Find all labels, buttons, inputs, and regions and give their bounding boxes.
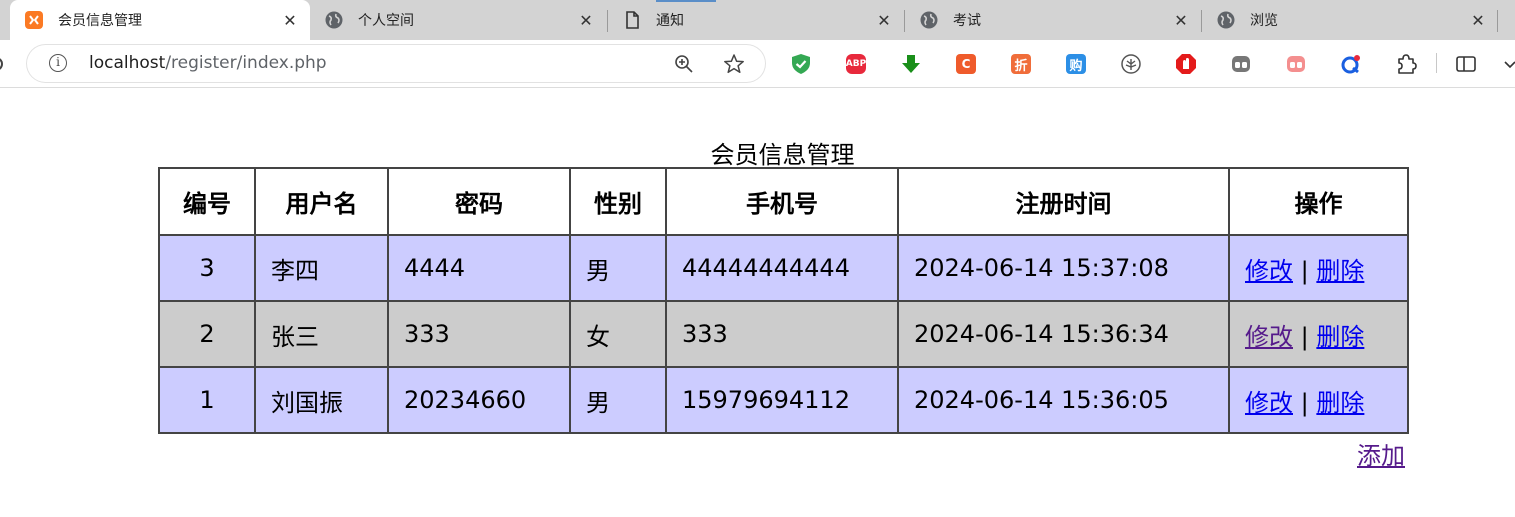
edit-link[interactable]: 修改 xyxy=(1245,257,1293,285)
tab-title: 浏览 xyxy=(1250,13,1278,29)
shield-check-extension-icon[interactable] xyxy=(788,51,814,77)
header-username: 用户名 xyxy=(254,167,389,236)
url-text[interactable]: localhost/register/index.php xyxy=(89,53,327,73)
tab-title: 通知 xyxy=(656,13,684,29)
delete-link[interactable]: 删除 xyxy=(1316,323,1364,351)
add-link[interactable]: 添加 xyxy=(1357,436,1405,471)
cell-password: 333 xyxy=(387,300,571,368)
url-path: /register/index.php xyxy=(165,53,327,73)
edit-link[interactable]: 修改 xyxy=(1245,323,1293,351)
extensions-puzzle-icon[interactable] xyxy=(1393,51,1419,77)
tab-member-management[interactable]: 会员信息管理 ✕ xyxy=(10,0,310,40)
header-phone: 手机号 xyxy=(665,167,899,236)
tab-divider xyxy=(1497,10,1498,32)
table-row: 2 张三 333 女 333 2024-06-14 15:36:34 修改 | … xyxy=(158,300,1409,368)
chevron-down-icon[interactable] xyxy=(1503,51,1515,77)
header-password: 密码 xyxy=(387,167,571,236)
q-extension-icon[interactable] xyxy=(1338,51,1364,77)
browser-toolbar: i localhost/register/index.php ABP C 折 购 xyxy=(0,40,1515,88)
palm-extension-icon[interactable] xyxy=(1118,51,1144,77)
globe-icon xyxy=(919,10,939,30)
edit-link[interactable]: 修改 xyxy=(1245,389,1293,417)
delete-link[interactable]: 删除 xyxy=(1316,389,1364,417)
zhe-extension-icon[interactable]: 折 xyxy=(1008,51,1034,77)
gray-face-extension-icon[interactable] xyxy=(1228,51,1254,77)
cell-password: 4444 xyxy=(387,234,571,302)
site-info-icon[interactable]: i xyxy=(49,54,67,72)
close-tab-icon[interactable]: ✕ xyxy=(280,10,300,30)
tab-notice[interactable]: 通知 ✕ xyxy=(608,0,904,40)
tab-title: 会员信息管理 xyxy=(58,13,142,29)
document-icon xyxy=(622,10,642,30)
pink-face-extension-icon[interactable] xyxy=(1283,51,1309,77)
cell-actions: 修改 | 删除 xyxy=(1228,234,1409,302)
table-header-row: 编号 用户名 密码 性别 手机号 注册时间 操作 xyxy=(158,167,1409,236)
member-table: 编号 用户名 密码 性别 手机号 注册时间 操作 3 李四 4444 男 444… xyxy=(158,167,1409,434)
xampp-icon xyxy=(24,10,44,30)
tab-title: 个人空间 xyxy=(358,13,414,29)
tab-exam[interactable]: 考试 ✕ xyxy=(905,0,1201,40)
cell-username: 张三 xyxy=(254,300,389,368)
cell-password: 20234660 xyxy=(387,366,571,434)
translate-extension-icon[interactable]: 购 xyxy=(1063,51,1089,77)
url-host: localhost xyxy=(89,53,166,73)
close-tab-icon[interactable]: ✕ xyxy=(874,10,894,30)
cell-actions: 修改 | 删除 xyxy=(1228,366,1409,434)
cell-gender: 女 xyxy=(569,300,667,368)
cell-gender: 男 xyxy=(569,366,667,434)
cell-register-time: 2024-06-14 15:36:05 xyxy=(897,366,1230,434)
close-tab-icon[interactable]: ✕ xyxy=(1171,10,1191,30)
tab-browse[interactable]: 浏览 ✕ xyxy=(1202,0,1498,40)
cell-actions: 修改 | 删除 xyxy=(1228,300,1409,368)
split-screen-icon[interactable] xyxy=(1453,51,1479,77)
table-row: 3 李四 4444 男 44444444444 2024-06-14 15:37… xyxy=(158,234,1409,302)
page-title: 会员信息管理 xyxy=(710,141,855,169)
address-bar[interactable]: i localhost/register/index.php xyxy=(27,45,765,82)
cell-phone: 44444444444 xyxy=(665,234,899,302)
bookmark-star-icon[interactable] xyxy=(723,53,745,75)
tab-title: 考试 xyxy=(953,13,981,29)
cell-username: 李四 xyxy=(254,234,389,302)
cell-id: 3 xyxy=(158,234,256,302)
cell-id: 1 xyxy=(158,366,256,434)
globe-icon xyxy=(1216,10,1236,30)
download-arrow-extension-icon[interactable] xyxy=(898,51,924,77)
action-separator: | xyxy=(1300,256,1309,285)
c-extension-icon[interactable]: C xyxy=(953,51,979,77)
toolbar-divider xyxy=(1436,53,1437,73)
close-tab-icon[interactable]: ✕ xyxy=(576,10,596,30)
cell-register-time: 2024-06-14 15:37:08 xyxy=(897,234,1230,302)
header-actions: 操作 xyxy=(1228,167,1409,236)
table-row: 1 刘国振 20234660 男 15979694112 2024-06-14 … xyxy=(158,366,1409,434)
tab-strip: 会员信息管理 ✕ 个人空间 ✕ 通知 ✕ 考试 ✕ 浏览 ✕ xyxy=(0,0,1515,40)
cell-username: 刘国振 xyxy=(254,366,389,434)
reload-icon[interactable] xyxy=(0,54,6,74)
cell-gender: 男 xyxy=(569,234,667,302)
close-tab-icon[interactable]: ✕ xyxy=(1468,10,1488,30)
red-shield-extension-icon[interactable] xyxy=(1173,51,1199,77)
tab-personal-space[interactable]: 个人空间 ✕ xyxy=(310,0,606,40)
action-separator: | xyxy=(1300,388,1309,417)
header-register-time: 注册时间 xyxy=(897,167,1230,236)
globe-icon xyxy=(324,10,344,30)
zoom-icon[interactable] xyxy=(673,53,695,75)
adblock-plus-extension-icon[interactable]: ABP xyxy=(843,51,869,77)
cell-register-time: 2024-06-14 15:36:34 xyxy=(897,300,1230,368)
cell-phone: 15979694112 xyxy=(665,366,899,434)
cell-id: 2 xyxy=(158,300,256,368)
cell-phone: 333 xyxy=(665,300,899,368)
header-gender: 性别 xyxy=(569,167,667,236)
action-separator: | xyxy=(1300,322,1309,351)
delete-link[interactable]: 删除 xyxy=(1316,257,1364,285)
header-id: 编号 xyxy=(158,167,256,236)
